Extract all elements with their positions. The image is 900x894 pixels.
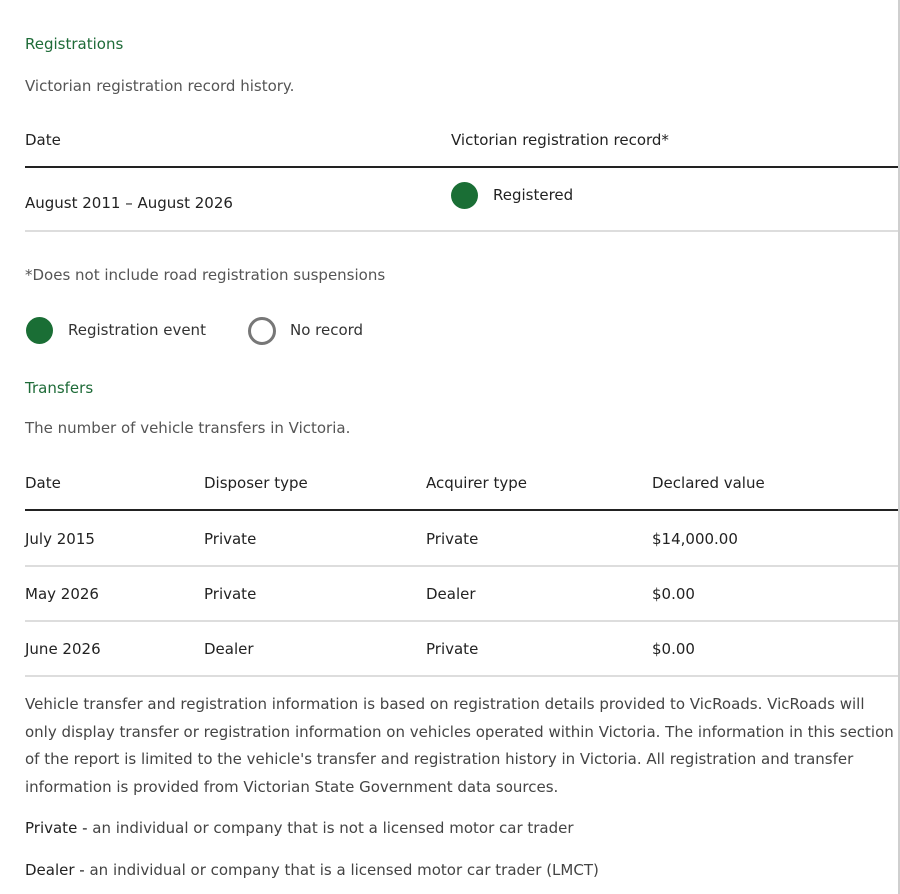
definition-private-text: an individual or company that is not a l…: [92, 819, 574, 837]
registrations-footnote: *Does not include road registration susp…: [25, 266, 386, 284]
transfer-value: $0.00: [652, 585, 695, 603]
vehicle-history-section: Registrations Victorian registration rec…: [0, 0, 900, 894]
transfers-col-disposer: Disposer type: [204, 474, 308, 492]
transfer-date: May 2026: [25, 585, 99, 603]
definition-dealer: Dealer - an individual or company that i…: [25, 861, 599, 879]
transfers-header-divider: [25, 509, 898, 511]
transfers-col-date: Date: [25, 474, 61, 492]
registration-date-range: August 2011 – August 2026: [25, 194, 233, 212]
definition-private: Private - an individual or company that …: [25, 819, 574, 837]
registrations-header-divider: [25, 166, 898, 168]
transfer-acquirer: Private: [426, 530, 479, 548]
transfers-col-value: Declared value: [652, 474, 765, 492]
transfer-info-paragraph: Vehicle transfer and registration inform…: [25, 695, 894, 796]
registrations-heading: Registrations: [25, 35, 124, 53]
definition-private-term: Private -: [25, 819, 93, 837]
transfer-disposer: Dealer: [204, 640, 254, 658]
transfers-description: The number of vehicle transfers in Victo…: [25, 419, 351, 437]
transfers-col-acquirer: Acquirer type: [426, 474, 527, 492]
registered-status-dot-icon: [451, 182, 478, 209]
transfer-acquirer: Dealer: [426, 585, 476, 603]
transfer-date: July 2015: [25, 530, 95, 548]
transfer-disposer: Private: [204, 585, 257, 603]
transfer-acquirer: Private: [426, 640, 479, 658]
transfers-row-divider: [25, 620, 898, 622]
registration-status: Registered: [493, 186, 574, 204]
no-record-legend-icon: [248, 317, 276, 345]
registrations-row-divider: [25, 230, 898, 232]
legend-label-no-record: No record: [290, 321, 364, 339]
transfer-date: June 2026: [25, 640, 101, 658]
transfer-disposer: Private: [204, 530, 257, 548]
registrations-description: Victorian registration record history.: [25, 77, 295, 95]
transfer-value: $14,000.00: [652, 530, 738, 548]
transfers-heading: Transfers: [25, 379, 94, 397]
registration-event-legend-icon: [26, 317, 53, 344]
definition-dealer-term: Dealer -: [25, 861, 90, 879]
transfers-row-divider: [25, 675, 898, 677]
transfers-row-divider: [25, 565, 898, 567]
transfer-value: $0.00: [652, 640, 695, 658]
registrations-col-record: Victorian registration record*: [451, 131, 669, 149]
legend-label-registration-event: Registration event: [68, 321, 206, 339]
registrations-col-date: Date: [25, 131, 61, 149]
definition-dealer-text: an individual or company that is a licen…: [89, 861, 599, 879]
